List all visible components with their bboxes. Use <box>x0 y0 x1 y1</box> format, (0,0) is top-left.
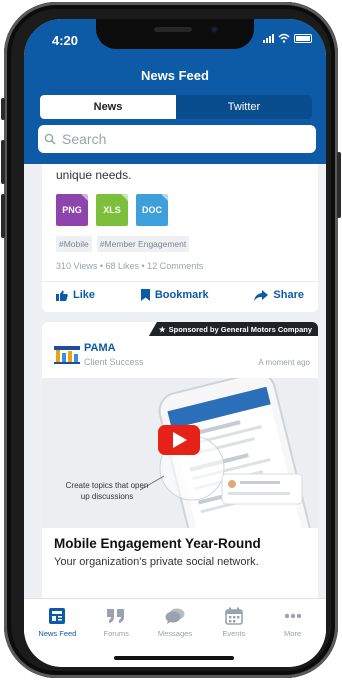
sponsored-label: Sponsored by General Motors Company <box>168 324 312 334</box>
share-button[interactable]: Share <box>254 289 304 301</box>
tab-news-feed-label: News Feed <box>38 629 77 638</box>
power-button <box>337 152 341 218</box>
battery-icon <box>294 33 312 43</box>
mute-switch <box>1 98 5 120</box>
bookmark-button[interactable]: Bookmark <box>140 289 209 301</box>
status-icons <box>263 33 312 43</box>
tab-forums[interactable]: Forums <box>87 607 146 638</box>
tab-events-label: Events <box>222 629 246 638</box>
home-indicator[interactable] <box>114 656 234 660</box>
phone-illustration <box>139 378 314 528</box>
sponsored-post-card[interactable]: ★ Sponsored by General Motors Company PA… <box>42 322 318 598</box>
tab-more-label: More <box>284 629 302 638</box>
page-title: News Feed <box>141 68 209 83</box>
image-caption: Create topics that open up discussions <box>65 481 149 501</box>
camera <box>210 25 219 34</box>
sponsored-badge: ★ Sponsored by General Motors Company <box>148 322 318 336</box>
search-icon <box>44 133 56 145</box>
post-image[interactable]: Create topics that open up discussions <box>42 378 318 528</box>
org-subtitle: Client Success <box>84 357 144 367</box>
thumbs-up-icon <box>56 290 68 301</box>
tag-member-engagement[interactable]: #Member Engagement <box>96 236 190 252</box>
divider <box>42 281 318 282</box>
post-timestamp: A moment ago <box>258 358 310 367</box>
volume-up-button <box>1 140 5 184</box>
bookmark-label: Bookmark <box>154 289 209 301</box>
share-icon <box>254 289 269 301</box>
post-actions: Like Bookmark Share <box>56 289 304 301</box>
tab-events[interactable]: Events <box>204 607 263 638</box>
tags: #Mobile #Member Engagement <box>56 236 190 252</box>
more-icon <box>284 613 301 619</box>
tab-news-feed[interactable]: News Feed <box>28 607 87 638</box>
post-title[interactable]: Mobile Engagement Year-Round <box>54 536 261 551</box>
forums-icon <box>107 609 125 623</box>
xls-attachment[interactable]: XLS <box>96 194 128 226</box>
wifi-icon <box>278 33 290 43</box>
like-label: Like <box>73 289 96 301</box>
tag-mobile[interactable]: #Mobile <box>56 236 92 252</box>
tab-news[interactable]: News <box>40 95 176 119</box>
tab-messages[interactable]: Messages <box>146 607 205 638</box>
signal-icon <box>263 33 274 43</box>
like-button[interactable]: Like <box>56 289 95 301</box>
messages-icon <box>165 608 185 624</box>
png-attachment[interactable]: PNG <box>56 194 88 226</box>
tab-messages-label: Messages <box>157 629 193 638</box>
post-card: unique needs. PNG XLS DOC #Mobile #Membe… <box>42 164 318 312</box>
news-feed[interactable]: unique needs. PNG XLS DOC #Mobile #Membe… <box>24 164 326 598</box>
pama-logo <box>54 346 80 364</box>
volume-down-button <box>1 194 5 238</box>
tab-forums-label: Forums <box>103 629 129 638</box>
events-icon <box>224 607 243 625</box>
star-icon: ★ <box>158 324 166 334</box>
share-label: Share <box>273 289 304 301</box>
bottom-tab-bar: News Feed Forums Messages Events More <box>24 598 326 667</box>
feed-tabs: News Twitter <box>40 95 312 119</box>
news-feed-icon <box>49 608 66 624</box>
search-placeholder: Search <box>62 131 107 147</box>
doc-attachment[interactable]: DOC <box>136 194 168 226</box>
post-stats: 310 Views • 68 Likes • 12 Comments <box>56 261 204 271</box>
notch <box>96 19 254 49</box>
org-name[interactable]: PAMA <box>84 342 116 354</box>
tab-more[interactable]: More <box>263 607 322 638</box>
post-text: unique needs. <box>56 168 132 182</box>
search-input[interactable]: Search <box>38 125 316 153</box>
tab-twitter[interactable]: Twitter <box>176 95 312 119</box>
speaker <box>154 27 192 32</box>
bookmark-icon <box>140 289 150 301</box>
post-description: Your organization's private social netwo… <box>54 556 259 568</box>
attachments: PNG XLS DOC <box>56 194 168 226</box>
status-time: 4:20 <box>52 33 79 48</box>
play-button-icon[interactable] <box>158 425 200 455</box>
screen: 4:20 News Feed News Twitter Search uniqu… <box>24 19 326 667</box>
phone-frame: 4:20 News Feed News Twitter Search uniqu… <box>1 2 341 678</box>
